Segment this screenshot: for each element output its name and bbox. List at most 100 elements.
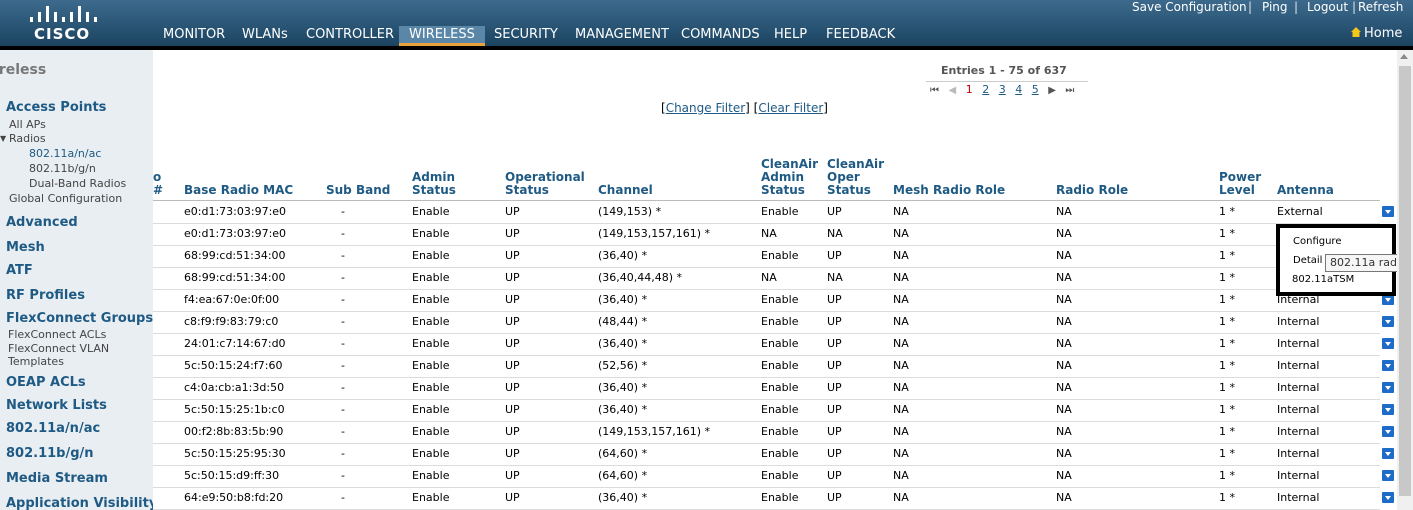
logout-link[interactable]: Logout — [1307, 0, 1348, 14]
nav-wireless[interactable]: WIRELESS — [399, 26, 485, 46]
sidebar-network-lists[interactable]: Network Lists — [6, 398, 107, 413]
cell-channel: (149,153) * — [598, 205, 662, 218]
cell-admin: Enable — [412, 227, 450, 240]
nav-help[interactable]: HELP — [764, 26, 817, 46]
page-link[interactable]: 5 — [1032, 83, 1039, 96]
sidebar-global-config[interactable]: Global Configuration — [9, 192, 122, 205]
cell-ca-oper: UP — [827, 447, 842, 460]
entries-count: Entries 1 - 75 of 637 — [941, 64, 1067, 77]
row-dropdown-icon[interactable] — [1382, 360, 1394, 371]
nav-wlans[interactable]: WLANs — [232, 26, 298, 46]
sidebar-advanced[interactable]: Advanced — [6, 215, 78, 230]
row-dropdown-icon[interactable] — [1382, 206, 1394, 217]
cell-ca-admin: Enable — [761, 381, 799, 394]
util-separator: | — [1294, 0, 1299, 14]
sidebar-atf[interactable]: ATF — [6, 263, 33, 278]
sidebar-media-stream[interactable]: Media Stream — [6, 471, 108, 486]
cell-ca-admin: Enable — [761, 249, 799, 262]
cell-role: NA — [1056, 381, 1072, 394]
row-dropdown-icon[interactable] — [1382, 470, 1394, 481]
cell-ca-oper: UP — [827, 249, 842, 262]
sidebar-flexconnect-groups[interactable]: FlexConnect Groups — [6, 311, 153, 326]
row-dropdown-icon[interactable] — [1382, 404, 1394, 415]
sidebar-flexconnect-acls[interactable]: FlexConnect ACLs — [8, 328, 106, 341]
page-link[interactable]: 4 — [1015, 83, 1022, 96]
sidebar-radio-80211a[interactable]: 802.11a/n/ac — [29, 147, 101, 160]
sidebar-access-points[interactable]: Access Points — [6, 100, 106, 115]
row-dropdown-icon[interactable] — [1382, 448, 1394, 459]
change-filter-link[interactable]: Change Filter — [666, 101, 745, 115]
cell-channel: (48,44) * — [598, 315, 648, 328]
scroll-up-arrow-icon[interactable] — [1400, 54, 1408, 59]
sidebar-radios[interactable]: Radios — [9, 132, 46, 145]
cisco-logo: CISCO — [28, 3, 100, 43]
cell-power: 1 * — [1219, 491, 1235, 504]
sidebar-mesh[interactable]: Mesh — [6, 240, 45, 255]
first-page-icon[interactable]: ⏮ — [930, 85, 939, 96]
cell-power: 1 * — [1219, 469, 1235, 482]
prev-page-icon: ◀ — [948, 85, 957, 96]
menu-detail[interactable]: Detail — [1293, 255, 1322, 266]
cell-admin: Enable — [412, 469, 450, 482]
col-mesh-role-header: Mesh Radio Role — [893, 183, 1006, 197]
sidebar-flexconnect-vlan[interactable]: FlexConnect VLAN — [8, 342, 109, 355]
row-dropdown-icon[interactable] — [1382, 426, 1394, 437]
row-dropdown-icon[interactable] — [1382, 316, 1394, 327]
table-row: 5c:50:15:d9:ff:30 - Enable UP (64,60) * Enabl… — [153, 465, 1380, 488]
nav-feedback[interactable]: FEEDBACK — [816, 26, 905, 46]
cell-mesh: NA — [893, 315, 909, 328]
nav-controller[interactable]: CONTROLLER — [296, 26, 404, 46]
save-configuration-link[interactable]: Save Configuration — [1132, 0, 1247, 14]
sidebar-application-visibility[interactable]: Application Visibility — [6, 496, 153, 510]
cell-power: 1 * — [1219, 293, 1235, 306]
cell-power: 1 * — [1219, 337, 1235, 350]
cell-mesh: NA — [893, 425, 909, 438]
cisco-logo-text: CISCO — [34, 25, 91, 43]
cell-channel: (149,153,157,161) * — [598, 425, 711, 438]
table-row: e0:d1:73:03:97:e0 - Enable UP (149,153,157,1… — [153, 223, 1380, 246]
next-page-icon[interactable]: ▶ — [1048, 85, 1056, 96]
cell-mac: 5c:50:15:25:95:30 — [184, 447, 286, 460]
sidebar-flexconnect-vlan-templates[interactable]: Templates — [8, 355, 64, 368]
cell-oper: UP — [505, 447, 520, 460]
nav-management[interactable]: MANAGEMENT — [565, 26, 679, 46]
sidebar-dual-band[interactable]: Dual-Band Radios — [29, 177, 126, 190]
cell-admin: Enable — [412, 315, 450, 328]
sidebar-all-aps[interactable]: All APs — [9, 118, 46, 131]
sidebar-80211b[interactable]: 802.11b/g/n — [6, 446, 94, 461]
cell-role: NA — [1056, 293, 1072, 306]
scrollbar-thumb[interactable] — [1399, 66, 1411, 496]
cell-role: NA — [1056, 337, 1072, 350]
nav-commands[interactable]: COMMANDS — [671, 26, 770, 46]
table-row: c8:f9:f9:83:79:c0 - Enable UP (48,44) * Enabl… — [153, 311, 1380, 334]
cell-antenna: Internal — [1277, 337, 1320, 350]
page-link[interactable]: 2 — [982, 83, 989, 96]
refresh-link[interactable]: Refresh — [1358, 0, 1403, 14]
cell-mesh: NA — [893, 403, 909, 416]
menu-configure[interactable]: Configure — [1293, 236, 1341, 247]
cell-power: 1 * — [1219, 359, 1235, 372]
home-link[interactable]: Home — [1351, 26, 1402, 41]
nav-security[interactable]: SECURITY — [484, 26, 568, 46]
expand-arrow-icon[interactable]: ▼ — [0, 134, 6, 143]
nav-monitor[interactable]: MONITOR — [153, 26, 235, 46]
home-icon — [1351, 27, 1361, 37]
ping-link[interactable]: Ping — [1262, 0, 1288, 14]
home-link-label: Home — [1364, 26, 1403, 41]
row-dropdown-icon[interactable] — [1382, 338, 1394, 349]
sidebar-oeap-acls[interactable]: OEAP ACLs — [6, 375, 86, 390]
clear-filter-link[interactable]: Clear Filter — [758, 101, 823, 115]
sidebar-rf-profiles[interactable]: RF Profiles — [6, 288, 85, 303]
menu-80211atsm[interactable]: 802.11aTSM — [1292, 274, 1354, 285]
sidebar-radio-80211b[interactable]: 802.11b/g/n — [29, 162, 96, 175]
row-dropdown-icon[interactable] — [1382, 492, 1394, 503]
cell-antenna: Internal — [1277, 359, 1320, 372]
cell-mac: 64:e9:50:b8:fd:20 — [184, 491, 284, 504]
row-dropdown-icon[interactable] — [1382, 382, 1394, 393]
sidebar-80211a[interactable]: 802.11a/n/ac — [6, 421, 100, 436]
page-link[interactable]: 3 — [999, 83, 1006, 96]
col-antenna-header: Antenna — [1277, 183, 1334, 197]
cell-role: NA — [1056, 447, 1072, 460]
cell-ca-oper: UP — [827, 491, 842, 504]
last-page-icon[interactable]: ⏭ — [1065, 85, 1074, 96]
